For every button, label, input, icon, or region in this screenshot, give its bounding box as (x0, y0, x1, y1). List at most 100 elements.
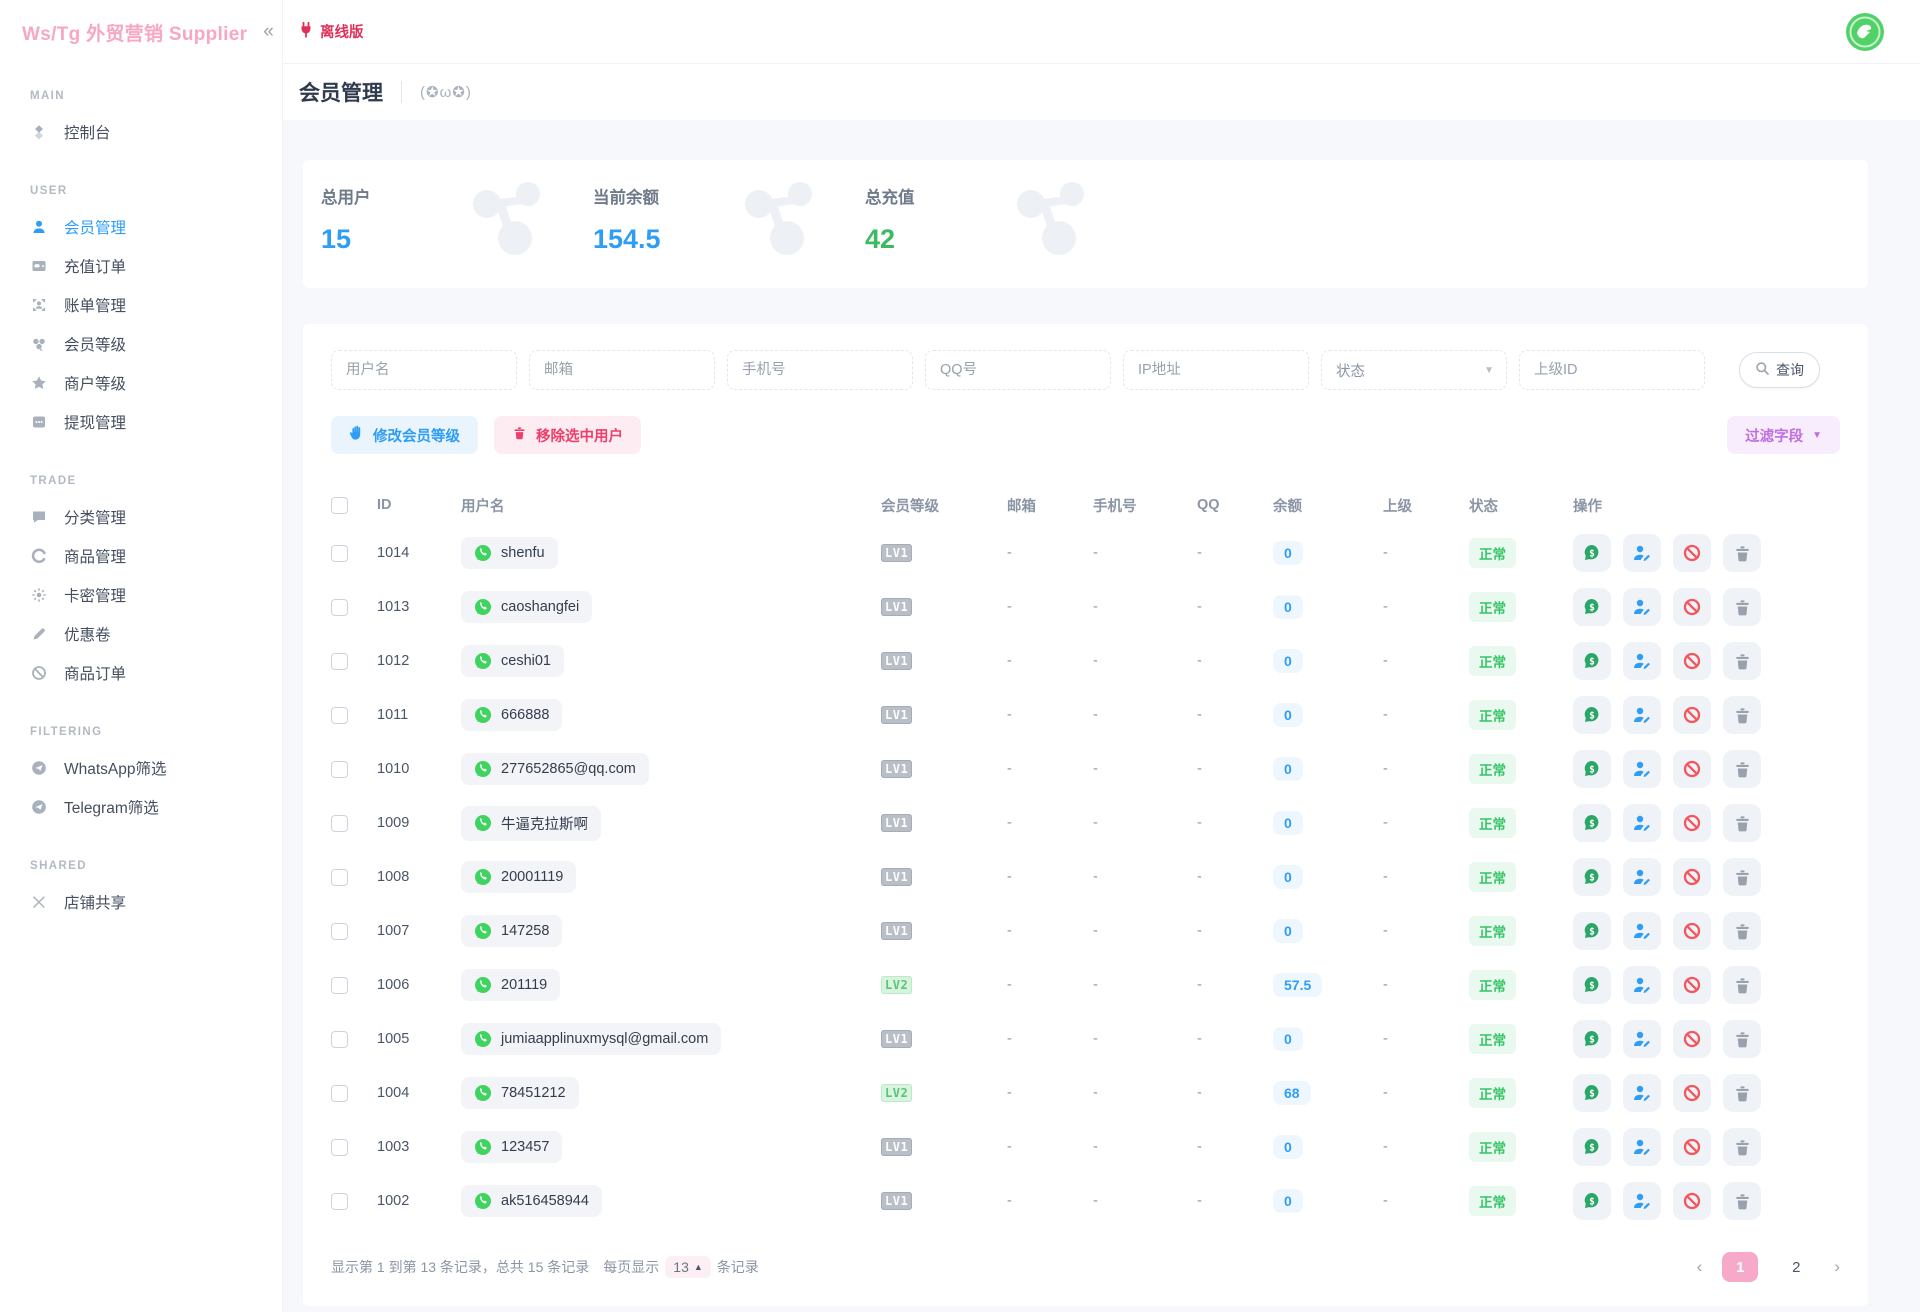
delete-user-button[interactable] (1723, 642, 1761, 680)
edit-user-button[interactable] (1623, 588, 1661, 626)
next-page-button[interactable]: › (1834, 1257, 1840, 1277)
recharge-button[interactable]: $ (1573, 1020, 1611, 1058)
edit-user-button[interactable] (1623, 804, 1661, 842)
status-filter-select[interactable]: 状态 ▼ (1321, 350, 1507, 390)
sidebar-item-recharge-orders[interactable]: 充值订单 (0, 246, 282, 285)
ban-user-button[interactable] (1673, 534, 1711, 572)
recharge-button[interactable]: $ (1573, 696, 1611, 734)
edit-user-button[interactable] (1623, 696, 1661, 734)
edit-user-button[interactable] (1623, 750, 1661, 788)
username-pill[interactable]: ak516458944 (461, 1185, 602, 1217)
ban-user-button[interactable] (1673, 588, 1711, 626)
sidebar-item-category[interactable]: 分类管理 (0, 497, 282, 536)
username-pill[interactable]: 78451212 (461, 1077, 579, 1109)
delete-user-button[interactable] (1723, 804, 1761, 842)
row-checkbox[interactable] (331, 761, 348, 778)
username-pill[interactable]: 277652865@qq.com (461, 753, 649, 785)
username-pill[interactable]: 201119 (461, 969, 560, 1001)
delete-user-button[interactable] (1723, 1128, 1761, 1166)
row-checkbox[interactable] (331, 923, 348, 940)
delete-user-button[interactable] (1723, 966, 1761, 1004)
ban-user-button[interactable] (1673, 750, 1711, 788)
edit-member-level-button[interactable]: 修改会员等级 (331, 416, 478, 454)
ip-filter-input[interactable] (1123, 350, 1309, 390)
username-filter-input[interactable] (331, 350, 517, 390)
recharge-button[interactable]: $ (1573, 1074, 1611, 1112)
ban-user-button[interactable] (1673, 1074, 1711, 1112)
edit-user-button[interactable] (1623, 912, 1661, 950)
sidebar-item-card-key[interactable]: 卡密管理 (0, 575, 282, 614)
edit-user-button[interactable] (1623, 1074, 1661, 1112)
username-pill[interactable]: shenfu (461, 537, 558, 569)
sidebar-item-member-level[interactable]: 会员等级 (0, 324, 282, 363)
ban-user-button[interactable] (1673, 642, 1711, 680)
remove-selected-users-button[interactable]: 移除选中用户 (494, 416, 641, 454)
username-pill[interactable]: 牛逼克拉斯啊 (461, 806, 601, 841)
row-checkbox[interactable] (331, 977, 348, 994)
qq-filter-input[interactable] (925, 350, 1111, 390)
recharge-button[interactable]: $ (1573, 966, 1611, 1004)
row-checkbox[interactable] (331, 545, 348, 562)
prev-page-button[interactable]: ‹ (1697, 1257, 1703, 1277)
recharge-button[interactable]: $ (1573, 588, 1611, 626)
row-checkbox[interactable] (331, 869, 348, 886)
sidebar-collapse-icon[interactable]: « (263, 21, 274, 43)
row-checkbox[interactable] (331, 1031, 348, 1048)
phone-filter-input[interactable] (727, 350, 913, 390)
row-checkbox[interactable] (331, 1193, 348, 1210)
ban-user-button[interactable] (1673, 1020, 1711, 1058)
whatsapp-avatar[interactable] (1844, 11, 1886, 53)
row-checkbox[interactable] (331, 1085, 348, 1102)
edit-user-button[interactable] (1623, 642, 1661, 680)
search-button[interactable]: 查询 (1739, 352, 1820, 388)
recharge-button[interactable]: $ (1573, 1182, 1611, 1220)
sidebar-item-telegram-filter[interactable]: Telegram筛选 (0, 787, 282, 826)
email-filter-input[interactable] (529, 350, 715, 390)
ban-user-button[interactable] (1673, 1182, 1711, 1220)
ban-user-button[interactable] (1673, 858, 1711, 896)
recharge-button[interactable]: $ (1573, 858, 1611, 896)
select-all-checkbox[interactable] (331, 497, 348, 514)
sidebar-item-console[interactable]: 控制台 (0, 112, 282, 151)
recharge-button[interactable]: $ (1573, 642, 1611, 680)
ban-user-button[interactable] (1673, 1128, 1711, 1166)
delete-user-button[interactable] (1723, 750, 1761, 788)
delete-user-button[interactable] (1723, 1020, 1761, 1058)
ban-user-button[interactable] (1673, 912, 1711, 950)
recharge-button[interactable]: $ (1573, 804, 1611, 842)
delete-user-button[interactable] (1723, 588, 1761, 626)
ban-user-button[interactable] (1673, 696, 1711, 734)
page-button-2[interactable]: 2 (1778, 1252, 1814, 1282)
username-pill[interactable]: caoshangfei (461, 591, 592, 623)
row-checkbox[interactable] (331, 707, 348, 724)
row-checkbox[interactable] (331, 653, 348, 670)
filter-fields-button[interactable]: 过滤字段 ▼ (1727, 416, 1840, 454)
delete-user-button[interactable] (1723, 858, 1761, 896)
delete-user-button[interactable] (1723, 1074, 1761, 1112)
edit-user-button[interactable] (1623, 534, 1661, 572)
delete-user-button[interactable] (1723, 912, 1761, 950)
row-checkbox[interactable] (331, 599, 348, 616)
ban-user-button[interactable] (1673, 804, 1711, 842)
delete-user-button[interactable] (1723, 1182, 1761, 1220)
ban-user-button[interactable] (1673, 966, 1711, 1004)
username-pill[interactable]: 20001119 (461, 861, 576, 893)
edit-user-button[interactable] (1623, 1020, 1661, 1058)
recharge-button[interactable]: $ (1573, 912, 1611, 950)
recharge-button[interactable]: $ (1573, 750, 1611, 788)
sidebar-item-coupon[interactable]: 优惠卷 (0, 614, 282, 653)
edit-user-button[interactable] (1623, 1128, 1661, 1166)
edit-user-button[interactable] (1623, 858, 1661, 896)
per-page-selector[interactable]: 13 ▲ (665, 1256, 711, 1278)
username-pill[interactable]: jumiaapplinuxmysql@gmail.com (461, 1023, 721, 1055)
username-pill[interactable]: 666888 (461, 699, 562, 731)
username-pill[interactable]: 123457 (461, 1131, 562, 1163)
page-button-1[interactable]: 1 (1722, 1252, 1758, 1282)
delete-user-button[interactable] (1723, 696, 1761, 734)
sidebar-item-billing[interactable]: 账单管理 (0, 285, 282, 324)
edit-user-button[interactable] (1623, 966, 1661, 1004)
recharge-button[interactable]: $ (1573, 534, 1611, 572)
row-checkbox[interactable] (331, 1139, 348, 1156)
sidebar-item-product-orders[interactable]: 商品订单 (0, 653, 282, 692)
recharge-button[interactable]: $ (1573, 1128, 1611, 1166)
